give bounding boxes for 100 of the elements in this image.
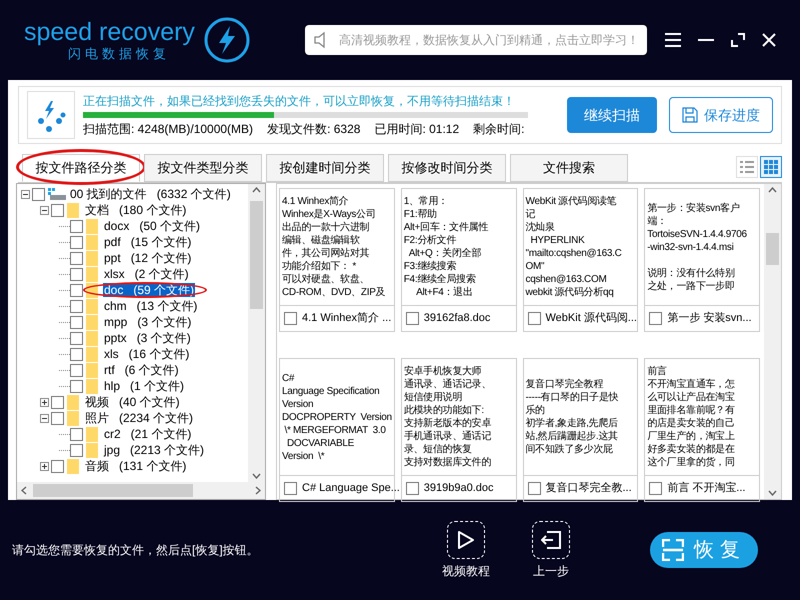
scrollbar-thumb[interactable] — [766, 233, 779, 265]
remaining-time: 剩余时间: — [473, 121, 524, 137]
hint-text: 请勾选您需要恢复的文件，然后点[恢复]按钮。 — [12, 542, 260, 559]
expander-icon[interactable] — [21, 190, 30, 198]
checkbox[interactable] — [70, 316, 83, 328]
tab[interactable]: 按创建时间分类 — [266, 154, 384, 182]
folder-icon — [86, 442, 98, 458]
close-icon[interactable] — [762, 33, 776, 47]
checkbox[interactable] — [70, 268, 83, 280]
expander-icon[interactable] — [40, 462, 49, 470]
tree-item[interactable]: jpg (2213 个文件) — [103, 443, 206, 457]
file-name: 39162fa8.doc — [424, 311, 490, 326]
folder-icon — [86, 218, 98, 234]
tree-item[interactable]: hlp (1 个文件) — [103, 379, 186, 393]
exit-arrow-icon — [541, 530, 561, 548]
tree-item[interactable]: chm (13 个文件) — [103, 299, 198, 313]
save-progress-button[interactable]: 保存进度 — [669, 97, 773, 133]
checkbox[interactable] — [406, 312, 419, 325]
horizontal-scrollbar[interactable] — [17, 482, 265, 499]
scrollbar-thumb[interactable] — [33, 484, 193, 497]
checkbox[interactable] — [649, 312, 662, 325]
checkbox[interactable] — [70, 220, 83, 232]
checkbox[interactable] — [528, 482, 540, 495]
menu-icon[interactable] — [665, 33, 681, 47]
expander-icon[interactable] — [40, 398, 49, 406]
tree-item[interactable]: 照片 (2234 个文件) — [84, 411, 194, 425]
logo-text: speed recovery — [24, 18, 195, 46]
checkbox[interactable] — [70, 348, 83, 360]
folder-icon — [67, 394, 79, 410]
scroll-right-icon[interactable] — [255, 486, 261, 495]
tree-item[interactable]: 00 找到的文件 (6332 个文件) — [69, 187, 232, 201]
scan-range: 扫描范围: 4248(MB)/10000(MB) — [83, 121, 254, 137]
tree-item[interactable]: xls (16 个文件) — [103, 347, 190, 361]
checkbox[interactable] — [70, 252, 83, 264]
checkbox[interactable] — [51, 204, 64, 216]
tree-item[interactable]: pptx (3 个文件) — [103, 331, 192, 345]
folder-icon — [86, 250, 98, 266]
tree-item[interactable]: 视频 (40 个文件) — [84, 395, 181, 409]
folder-icon — [86, 346, 98, 362]
checkbox[interactable] — [70, 300, 83, 312]
checkbox[interactable] — [284, 312, 297, 325]
scroll-down-icon[interactable] — [768, 490, 777, 496]
drive-icon — [48, 188, 66, 200]
checkbox[interactable] — [528, 312, 540, 325]
tree-item[interactable]: 文档 (180 个文件) — [84, 203, 188, 217]
file-preview: 前言 不开淘宝直通车，怎 么可以让产品在淘宝 里面排名靠前呢？有 的店是卖女装的自己 厂里生产的，淘宝上 好多卖女装的都是在 这个厂里拿的货，同 — [644, 358, 760, 476]
file-preview: WebKit 源代码阅读笔 记 沈灿泉 HYPERLINK "mailto:cqshen@163.C OM" cqshen@163.COM webkit 源代码分析qq — [522, 188, 638, 306]
tree-item[interactable]: pdf (15 个文件) — [103, 235, 192, 249]
checkbox[interactable] — [70, 364, 83, 376]
grid-view-button[interactable] — [760, 156, 782, 178]
checkbox[interactable] — [70, 428, 83, 440]
folder-icon — [86, 426, 98, 442]
tree-item[interactable]: rtf (6 个文件) — [103, 363, 180, 377]
checkbox[interactable] — [70, 380, 83, 392]
continue-scan-button[interactable]: 继续扫描 — [567, 97, 657, 133]
found-count: 发现文件数: 6328 — [267, 121, 360, 137]
vertical-scrollbar[interactable] — [248, 184, 265, 482]
play-icon — [457, 530, 475, 550]
tab[interactable]: 文件搜索 — [510, 154, 628, 182]
checkbox[interactable] — [284, 482, 297, 495]
file-name: 前言 不开淘宝... — [667, 480, 746, 496]
tab[interactable]: 按修改时间分类 — [388, 154, 506, 182]
file-preview: 4.1 Winhex简介 Winhex是X-Ways公司 出品的一款十六进制 编辑、磁盘编辑软 件，其公司网站对其 功能介绍如下： * 可以对硬盘、软盘、 CD-ROM、DVD、ZIP及 — [279, 188, 395, 306]
scan-drops-icon — [27, 91, 75, 139]
checkbox[interactable] — [406, 482, 419, 495]
tree-item[interactable]: 音频 (131 个文件) — [84, 459, 188, 473]
folder-icon — [86, 314, 98, 330]
tree-item[interactable]: mpp (3 个文件) — [103, 315, 192, 329]
scroll-down-icon[interactable] — [252, 473, 261, 479]
folder-icon — [86, 330, 98, 346]
scroll-up-icon[interactable] — [768, 187, 777, 193]
file-preview: 复音口琴完全教程 -----有口琴的日子是快 乐的 初学者,象走路,先爬后 站,然后蹒跚起步.这其 间不知跌了多少次屁 — [522, 358, 638, 476]
expander-icon[interactable] — [40, 206, 49, 214]
folder-icon — [67, 458, 79, 474]
checkbox[interactable] — [51, 460, 64, 472]
checkbox[interactable] — [70, 332, 83, 344]
tree-item[interactable]: cr2 (21 个文件) — [103, 427, 192, 441]
expander-icon[interactable] — [40, 414, 49, 422]
tree-item[interactable]: docx (50 个文件) — [103, 219, 202, 233]
scrollbar-thumb[interactable] — [250, 201, 263, 309]
scan-message: 正在扫描文件，如果已经找到您丢失的文件，可以立即恢复，不用等待扫描结束！ — [83, 93, 516, 109]
checkbox[interactable] — [70, 444, 83, 456]
list-view-button[interactable] — [736, 156, 758, 178]
maximize-icon[interactable] — [731, 33, 745, 47]
checkbox[interactable] — [70, 284, 83, 296]
checkbox[interactable] — [649, 482, 662, 495]
checkbox[interactable] — [32, 188, 45, 200]
tree-item[interactable]: ppt (12 个文件) — [103, 251, 192, 265]
tree-item[interactable]: xlsx (2 个文件) — [103, 267, 190, 281]
checkbox[interactable] — [70, 236, 83, 248]
elapsed-time: 已用时间: 01:12 — [374, 121, 460, 137]
scroll-up-icon[interactable] — [252, 187, 261, 193]
vertical-scrollbar[interactable] — [764, 184, 781, 499]
tab[interactable]: 按文件类型分类 — [144, 154, 262, 182]
grid-icon — [764, 160, 778, 174]
checkbox[interactable] — [51, 412, 64, 424]
checkbox[interactable] — [51, 396, 64, 408]
file-preview: C# Language Specification Version DOCPROPERTY Version \* MERGEFORMAT 3.0 DOCVARIABLE Version \* — [279, 358, 395, 476]
scroll-left-icon[interactable] — [21, 486, 27, 495]
tab[interactable]: 按文件路径分类 — [22, 154, 140, 182]
